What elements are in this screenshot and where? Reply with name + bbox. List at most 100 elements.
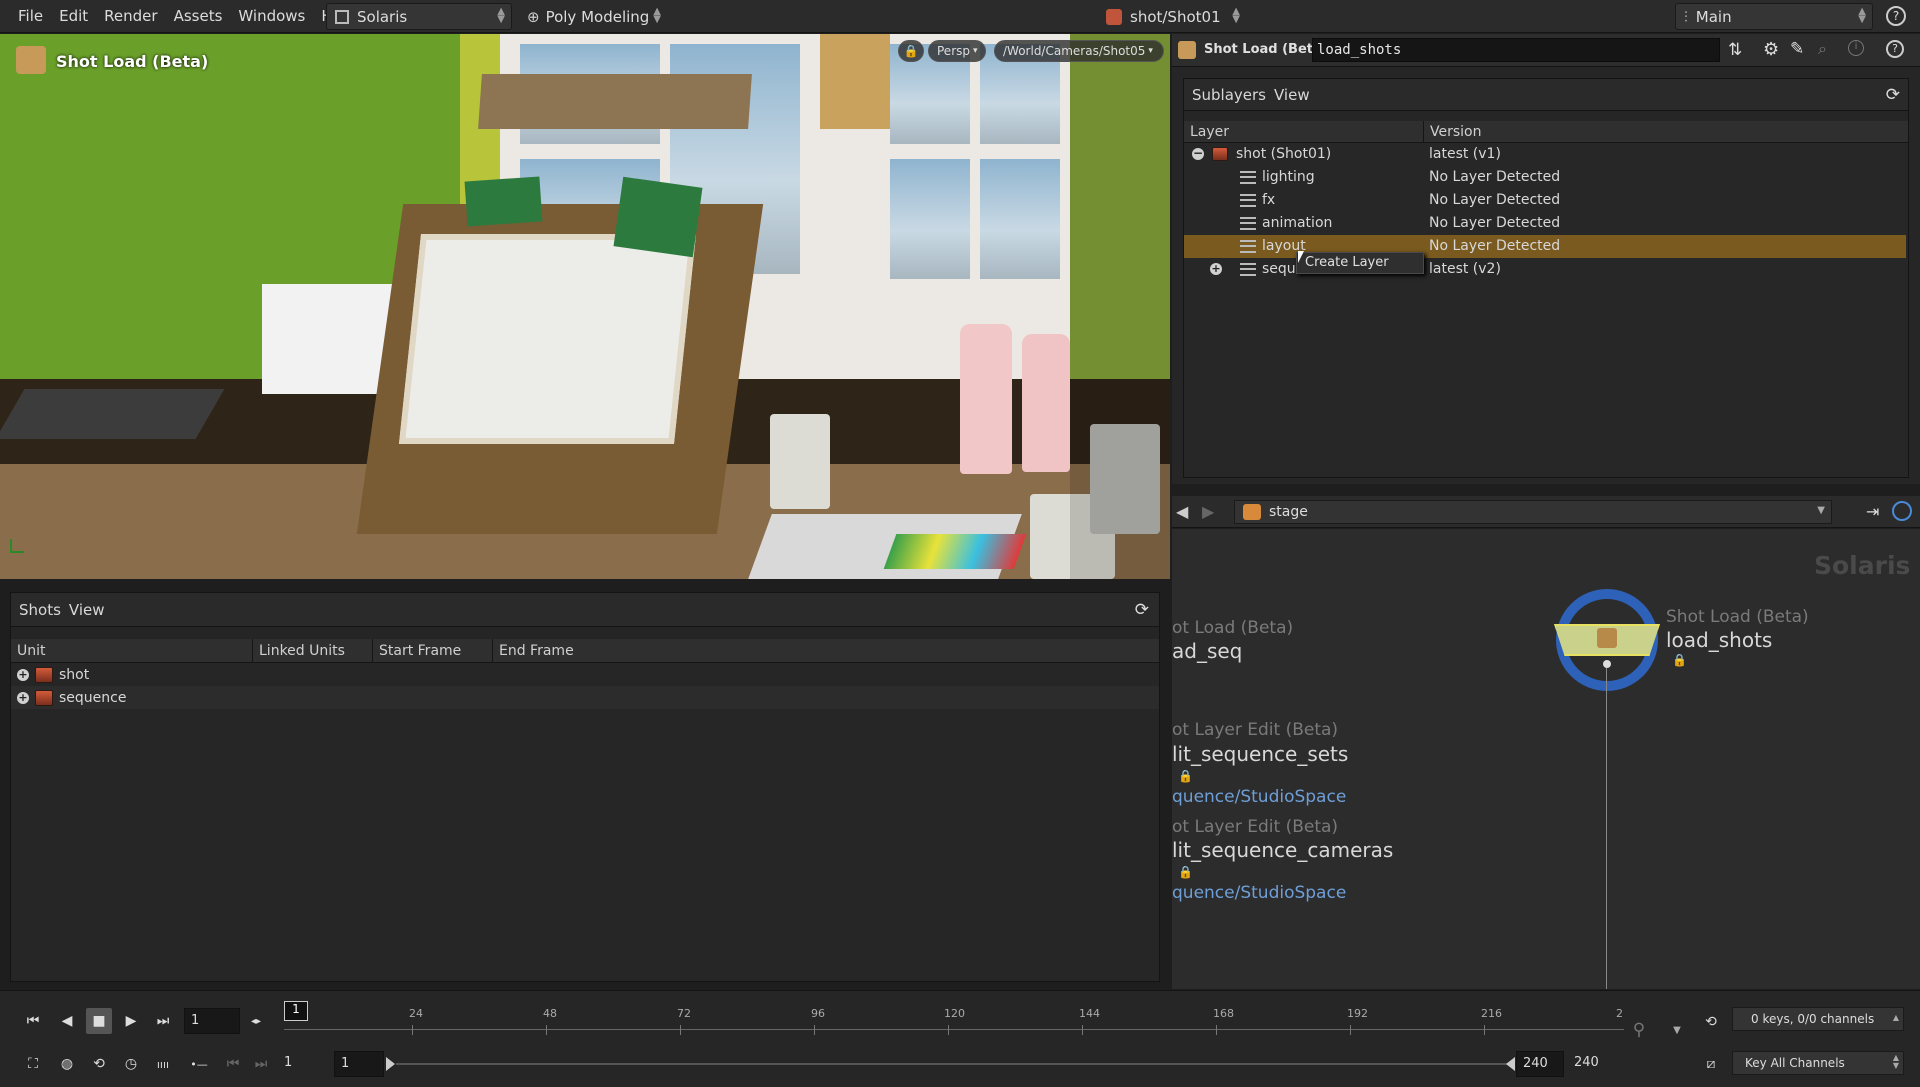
node-name[interactable]: load_shots <box>1666 628 1772 652</box>
node-path[interactable]: quence/StudioSpace <box>1172 883 1346 903</box>
menu-edit[interactable]: Edit <box>51 7 96 25</box>
column-version[interactable]: Version <box>1424 121 1908 143</box>
layer-name: lighting <box>1262 169 1315 185</box>
column-start-frame[interactable]: Start Frame <box>373 638 493 663</box>
lock-camera-icon[interactable]: 🔒 <box>898 40 924 62</box>
dropdown-icon[interactable]: ▼ <box>1664 1017 1690 1043</box>
layer-row-selected[interactable]: layout No Layer Detected <box>1184 235 1906 258</box>
expand-icon[interactable]: + <box>17 691 29 704</box>
unit-icon <box>35 666 53 683</box>
layer-panel-tabs: Sublayers View ⟳ <box>1184 79 1908 111</box>
shelf-selector[interactable]: ⊕ Poly Modeling ▲ ▼ <box>518 3 668 30</box>
menu-file[interactable]: File <box>10 7 51 25</box>
context-menu-create-layer[interactable]: Create Layer <box>1296 252 1424 274</box>
refresh-icon[interactable]: ⟳ <box>1127 600 1149 620</box>
prev-key-icon[interactable]: ⏮ <box>220 1051 246 1077</box>
range-start-field[interactable]: 1 <box>278 1051 330 1077</box>
pin-icon[interactable]: ⇥ <box>1866 502 1879 521</box>
table-row[interactable]: + shot <box>11 663 1159 686</box>
updown-icon: ▲ ▼ <box>1892 1053 1899 1070</box>
layer-row[interactable]: − shot (Shot01) latest (v1) <box>1184 143 1906 166</box>
play-icon[interactable]: ▶ <box>118 1008 144 1034</box>
column-end-frame[interactable]: End Frame <box>493 639 1159 663</box>
tab-view[interactable]: View <box>1266 86 1310 104</box>
key-all-channels-menu[interactable]: Key All Channels ▲ ▼ <box>1732 1051 1904 1075</box>
jump-to-start-icon[interactable]: ⏮ <box>20 1008 46 1034</box>
range-end-field[interactable]: 240 <box>1568 1051 1616 1077</box>
range-start-field[interactable]: 1 <box>334 1051 384 1077</box>
node-wire <box>1606 668 1607 989</box>
stop-icon[interactable]: ■ <box>86 1008 112 1034</box>
forward-icon[interactable]: ▶ <box>1202 502 1214 521</box>
audio-icon[interactable]: ◍ <box>54 1051 80 1077</box>
layer-row[interactable]: animation No Layer Detected <box>1184 212 1906 235</box>
current-frame-marker[interactable]: 1 <box>284 1001 308 1021</box>
network-path-menu[interactable]: stage ▼ <box>1234 500 1832 524</box>
range-end-handle[interactable] <box>1506 1057 1515 1071</box>
key-ticks-icon[interactable]: ıııı <box>150 1051 176 1077</box>
slider-icon[interactable]: •— <box>186 1051 212 1077</box>
unit-icon <box>35 689 53 706</box>
scene-notebook <box>0 389 225 439</box>
layer-row[interactable]: lighting No Layer Detected <box>1184 166 1906 189</box>
help-icon[interactable]: ? <box>1886 40 1904 58</box>
layer-icon <box>1240 263 1256 276</box>
keys-status[interactable]: 0 keys, 0/0 channels ▲ <box>1732 1007 1904 1031</box>
range-end-field[interactable]: 240 <box>1516 1051 1564 1077</box>
node-path[interactable]: quence/StudioSpace <box>1172 787 1346 807</box>
column-layer[interactable]: Layer <box>1184 120 1424 143</box>
parameter-layout-icon[interactable]: ⇅ <box>1728 40 1742 60</box>
brush-icon[interactable]: ✎ <box>1790 39 1804 59</box>
link-icon[interactable] <box>1892 501 1912 521</box>
tab-view[interactable]: View <box>61 601 105 619</box>
node-name[interactable]: ad_seq <box>1172 639 1242 663</box>
refresh-icon[interactable]: ⟳ <box>1878 85 1900 105</box>
play-reverse-icon[interactable]: ◀ <box>54 1008 80 1034</box>
camera-path-menu[interactable]: /World/Cameras/Shot05 ▾ <box>994 40 1164 62</box>
current-frame-field[interactable]: 1 <box>184 1008 240 1034</box>
jump-to-end-icon[interactable]: ⏭ <box>150 1008 176 1034</box>
node-output-connector[interactable] <box>1603 660 1611 668</box>
key-all-channels-label: Key All Channels <box>1745 1056 1845 1070</box>
camera-mode-menu[interactable]: Persp ▾ <box>928 40 986 62</box>
node-name[interactable]: lit_sequence_sets <box>1172 742 1348 766</box>
network-view[interactable]: Solaris ot Load (Beta) ad_seq ot Layer E… <box>1172 529 1920 989</box>
step-frame-icon[interactable]: ◂▸ <box>242 1008 270 1034</box>
help-icon[interactable]: ? <box>1886 6 1906 26</box>
tab-shots[interactable]: Shots <box>11 601 61 619</box>
range-start-handle[interactable] <box>386 1057 395 1071</box>
scope-key-icon[interactable]: ⚲ <box>1626 1017 1652 1043</box>
layer-row[interactable]: + seque latest (v2) <box>1184 258 1906 281</box>
menu-render[interactable]: Render <box>96 7 165 25</box>
menu-assets[interactable]: Assets <box>166 7 231 25</box>
key-all-icon[interactable]: ⧄ <box>1698 1051 1724 1077</box>
tab-sublayers[interactable]: Sublayers <box>1184 86 1266 104</box>
back-icon[interactable]: ◀ <box>1176 502 1188 521</box>
range-slider-track[interactable] <box>396 1063 1510 1065</box>
scene-viewport[interactable]: Shot Load (Beta) 🔒 Persp ▾ /World/Cameras… <box>0 34 1170 579</box>
expand-icon[interactable]: + <box>1210 263 1222 275</box>
node-name-field[interactable]: load_shots <box>1312 38 1720 62</box>
pane-tab-selector[interactable]: ⫶ Main ▲ ▼ <box>1675 3 1873 30</box>
loop-icon[interactable]: ⟲ <box>86 1051 112 1077</box>
menu-windows[interactable]: Windows <box>230 7 313 25</box>
expand-icon[interactable]: + <box>17 668 29 681</box>
column-linked-units[interactable]: Linked Units <box>253 638 373 663</box>
clock-icon[interactable]: ◷ <box>118 1051 144 1077</box>
desktop-selector[interactable]: Solaris ▲ ▼ <box>326 3 512 30</box>
collapse-icon[interactable]: − <box>1192 147 1204 160</box>
search-icon[interactable]: ⌕ <box>1818 39 1827 59</box>
gear-icon[interactable]: ⚙ <box>1763 39 1779 60</box>
info-icon[interactable]: i <box>1848 40 1864 56</box>
realtime-icon[interactable]: ⛶ <box>20 1051 46 1077</box>
node-name[interactable]: lit_sequence_cameras <box>1172 838 1393 862</box>
next-key-icon[interactable]: ⏭ <box>248 1051 274 1077</box>
table-row[interactable]: + sequence <box>11 686 1159 709</box>
key-channels-icon[interactable]: ⟲ <box>1698 1009 1724 1035</box>
scene-box <box>262 284 392 394</box>
timeline-ruler[interactable]: 1 24 48 72 96 120 144 168 192 216 2 <box>284 1001 1624 1035</box>
context-selector[interactable]: shot/Shot01 ▲ ▼ <box>1097 3 1247 30</box>
column-unit[interactable]: Unit <box>11 638 253 663</box>
timeline-track <box>284 1029 1624 1030</box>
layer-row[interactable]: fx No Layer Detected <box>1184 189 1906 212</box>
